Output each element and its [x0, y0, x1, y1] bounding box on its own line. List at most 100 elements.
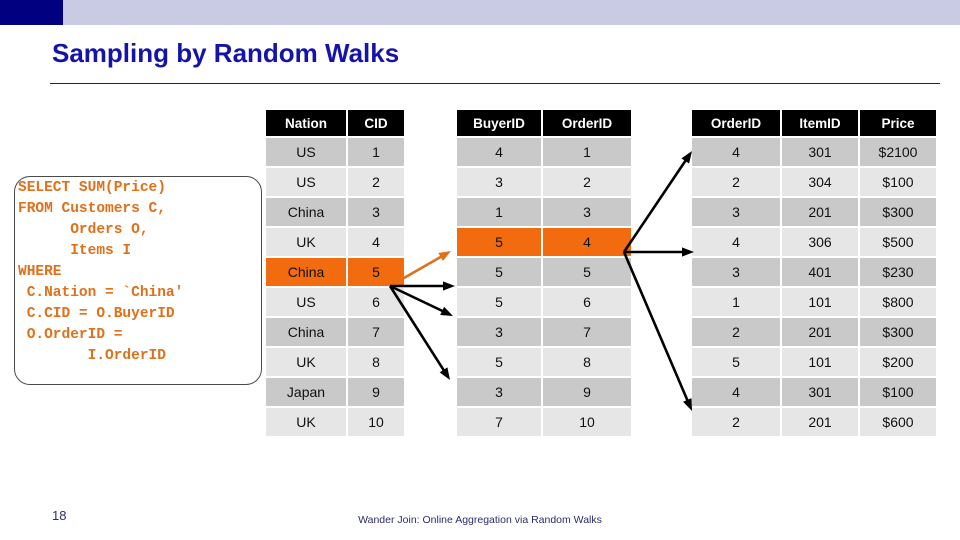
table-cell: 7: [348, 318, 404, 346]
table-cell: $300: [860, 318, 936, 346]
table-cell: US: [266, 138, 346, 166]
table-row: China 3: [266, 198, 404, 226]
table-row: 13: [457, 198, 631, 226]
table-cell: 304: [782, 168, 858, 196]
table-cell: 8: [348, 348, 404, 376]
table-row: 3 201 $300: [692, 198, 936, 226]
orders-to-items-2: [624, 247, 694, 257]
table-row: Japan 9: [266, 378, 404, 406]
table-cell: 1: [348, 138, 404, 166]
table-cell: 5: [457, 228, 541, 256]
table-cell: China: [266, 318, 346, 346]
table-cell: $600: [860, 408, 936, 436]
table-cell: 9: [543, 378, 631, 406]
table-row: 2 201 $600: [692, 408, 936, 436]
table-cell: 3: [543, 198, 631, 226]
column-header-orderid: OrderID: [692, 110, 780, 136]
table-row: 3 401 $230: [692, 258, 936, 286]
column-header-buyerid: BuyerID: [457, 110, 541, 136]
table-cell: 306: [782, 228, 858, 256]
top-accent-bar-dark: [0, 0, 63, 25]
table-cell: 2: [692, 168, 780, 196]
table-items: OrderID ItemID Price 4 301 $2100 2 304 $100 3 2…: [690, 108, 938, 438]
table-cell: $500: [860, 228, 936, 256]
table-row: 4 301 $100: [692, 378, 936, 406]
arrow-head-icon: [443, 281, 455, 291]
table-cell: 4: [692, 138, 780, 166]
top-accent-bar-light: [0, 0, 960, 25]
title-divider: [50, 83, 940, 84]
table-cell: UK: [266, 408, 346, 436]
table-row: 56: [457, 288, 631, 316]
table-cell: 2: [543, 168, 631, 196]
column-header-nation: Nation: [266, 110, 346, 136]
table-cell: 2: [348, 168, 404, 196]
table-cell: 1: [692, 288, 780, 316]
table-cell: China: [266, 198, 346, 226]
table-cell: $300: [860, 198, 936, 226]
arrow-head-icon: [439, 367, 450, 380]
table-cell: 5: [348, 258, 404, 286]
table-cell: 3: [692, 258, 780, 286]
table-row: 5 101 $200: [692, 348, 936, 376]
table-cell: $2100: [860, 138, 936, 166]
table-cell: 3: [457, 168, 541, 196]
table-cell: 301: [782, 378, 858, 406]
column-header-cid: CID: [348, 110, 404, 136]
table-cell: US: [266, 168, 346, 196]
table-cell: China: [266, 258, 346, 286]
table-cell: 10: [348, 408, 404, 436]
table-row: UK 10: [266, 408, 404, 436]
table-header-row: BuyerID OrderID: [457, 110, 631, 136]
table-cell: 8: [543, 348, 631, 376]
table-cell: 10: [543, 408, 631, 436]
table-cell: 4: [692, 378, 780, 406]
table-row: 39: [457, 378, 631, 406]
footer-note: Wander Join: Online Aggregation via Rand…: [358, 514, 602, 526]
table-row: 1 101 $800: [692, 288, 936, 316]
table-cell: 5: [457, 258, 541, 286]
table-cell: $230: [860, 258, 936, 286]
table-row: 41: [457, 138, 631, 166]
table-cell: UK: [266, 228, 346, 256]
table-row: 58: [457, 348, 631, 376]
table-row: 4 306 $500: [692, 228, 936, 256]
page-title: Sampling by Random Walks: [52, 38, 400, 68]
table-cell: 2: [692, 408, 780, 436]
arrow-head-icon: [440, 306, 453, 316]
table-cell: 4: [543, 228, 631, 256]
table-row: 32: [457, 168, 631, 196]
table-cell: 3: [457, 378, 541, 406]
table-cell: 3: [692, 198, 780, 226]
table-cell: 4: [348, 228, 404, 256]
column-header-orderid: OrderID: [543, 110, 631, 136]
table-cell: 201: [782, 198, 858, 226]
table-row: UK 8: [266, 348, 404, 376]
table-cell: $200: [860, 348, 936, 376]
orders-to-items-3: [622, 251, 692, 411]
table-row: 55: [457, 258, 631, 286]
table-row: 7 10: [457, 408, 631, 436]
arrow-head-icon: [438, 251, 451, 261]
table-row: China 7: [266, 318, 404, 346]
table-cell: 6: [543, 288, 631, 316]
table-cell: 301: [782, 138, 858, 166]
table-cell: 5: [457, 288, 541, 316]
table-cell: $100: [860, 168, 936, 196]
table-cell: 5: [457, 348, 541, 376]
table-customers: Nation CID US 1 US 2 China 3 UK 4 China 5 US 6 China…: [264, 108, 406, 438]
table-cell: 401: [782, 258, 858, 286]
table-cell: 7: [457, 408, 541, 436]
table-cell: 201: [782, 408, 858, 436]
table-cell: 201: [782, 318, 858, 346]
table-cell: 2: [692, 318, 780, 346]
table-row: UK 4: [266, 228, 404, 256]
table-cell: 4: [692, 228, 780, 256]
table-cell: 3: [457, 318, 541, 346]
table-cell: 5: [543, 258, 631, 286]
table-cell: 9: [348, 378, 404, 406]
table-row: 2 201 $300: [692, 318, 936, 346]
table-cell: 3: [348, 198, 404, 226]
table-cell: 101: [782, 348, 858, 376]
table-cell: UK: [266, 348, 346, 376]
